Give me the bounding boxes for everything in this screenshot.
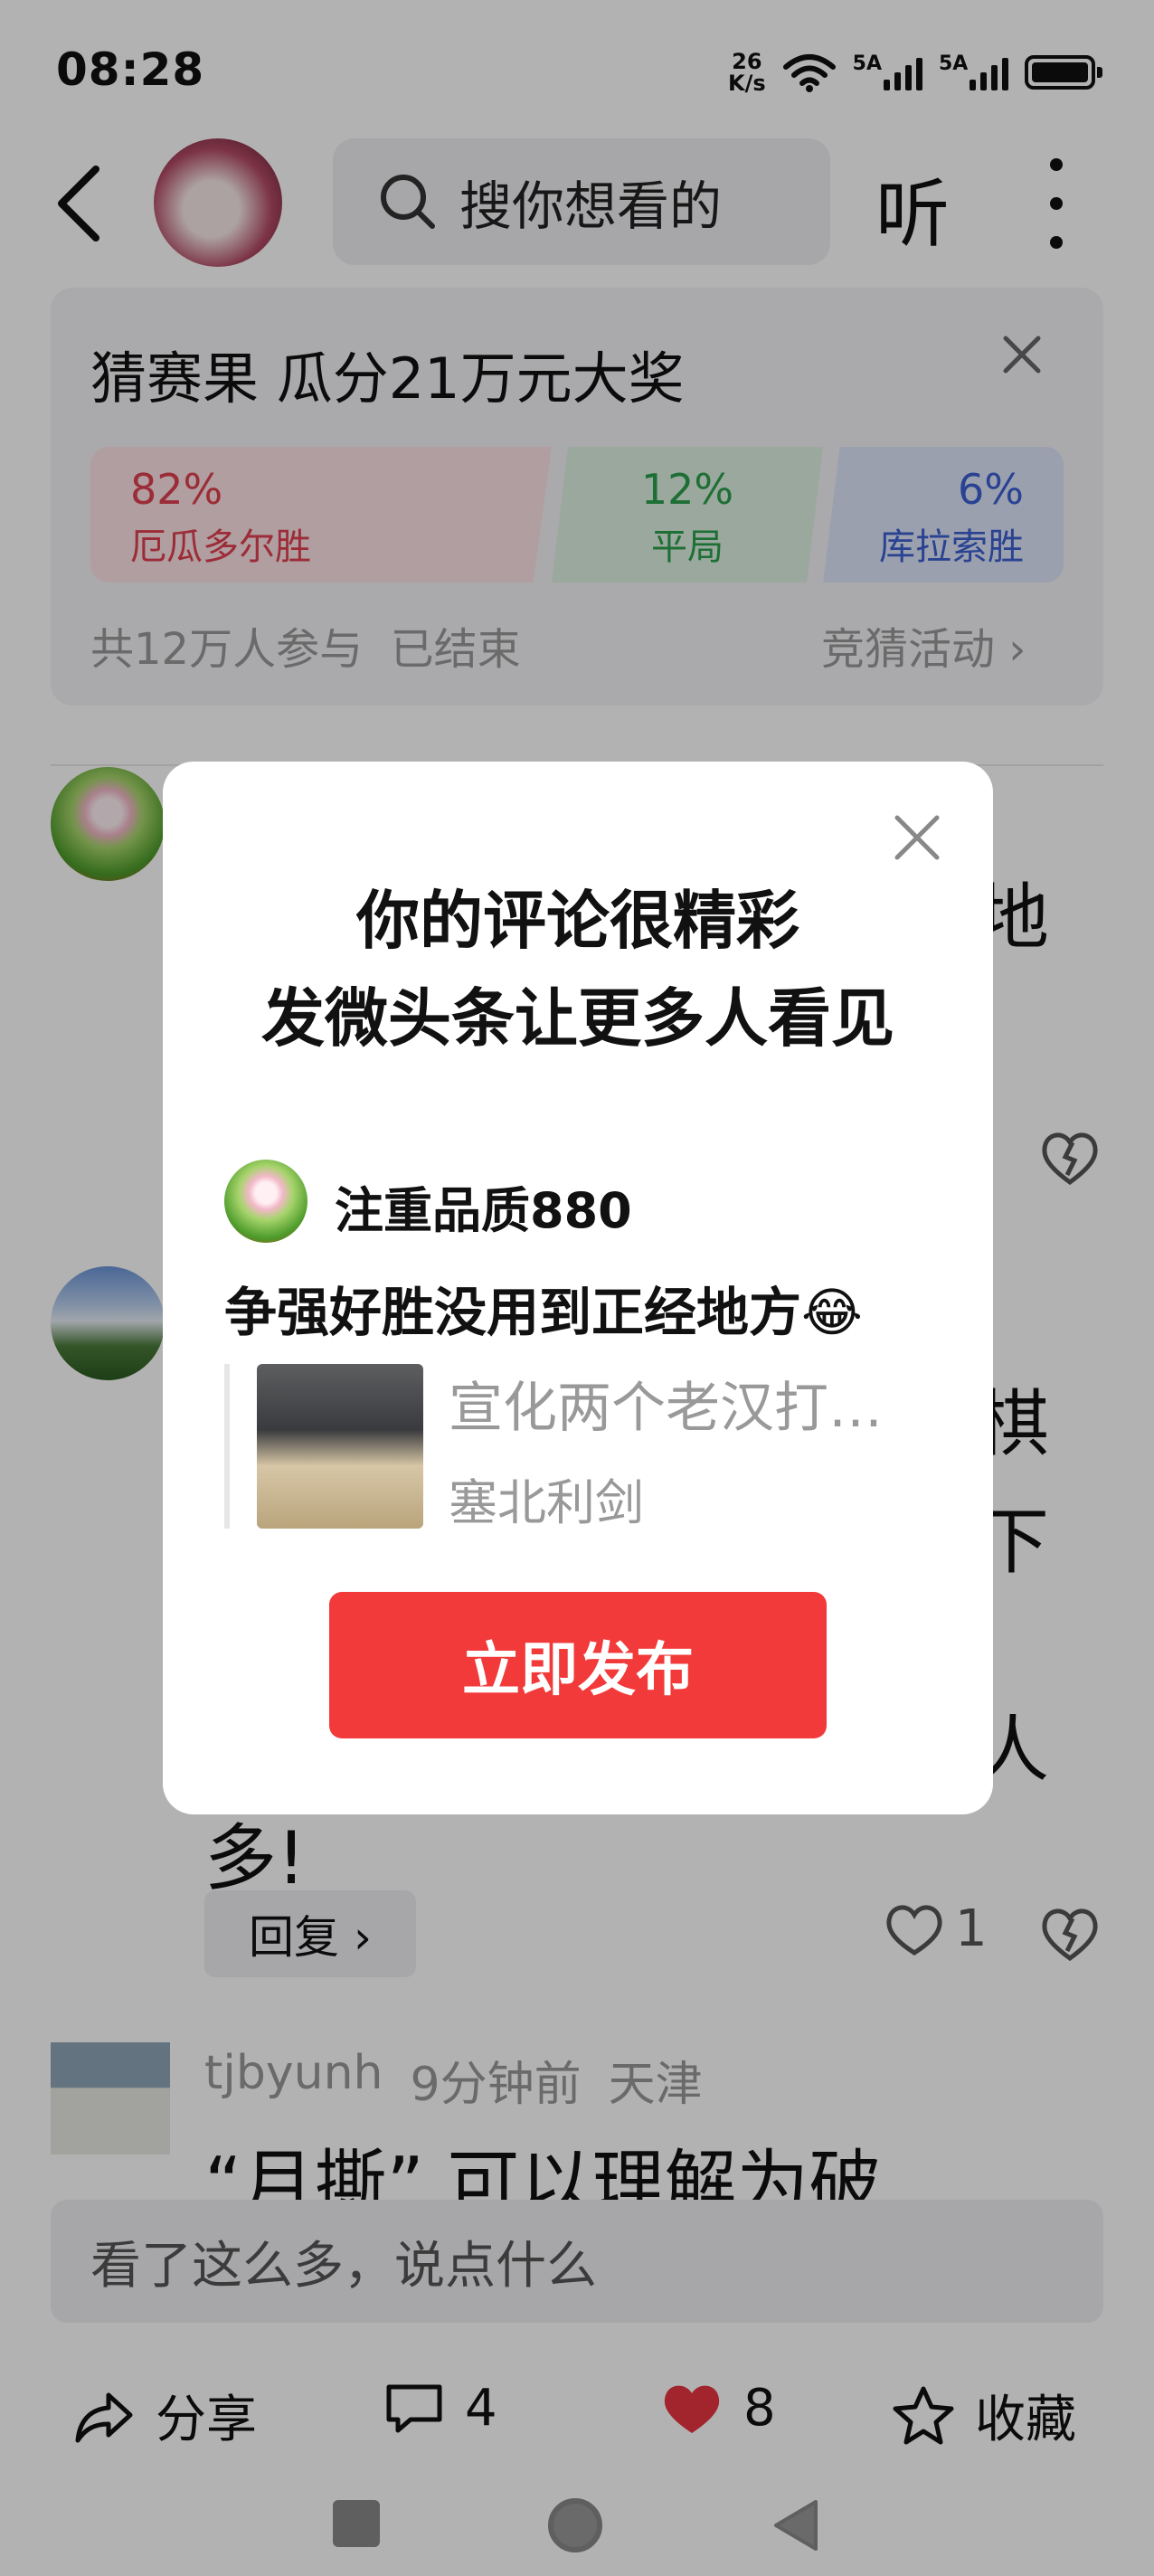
dialog-title-line2: 发微头条让更多人看见 (261, 981, 894, 1056)
dialog-title-line1: 你的评论很精彩 (356, 884, 799, 958)
dialog-comment-text: 争强好胜没用到正经地方😂 (224, 1282, 863, 1343)
quote-bar (224, 1364, 230, 1529)
dialog-username: 注重品质880 (335, 1182, 632, 1239)
share-comment-dialog: 你的评论很精彩 发微头条让更多人看见 注重品质880 争强好胜没用到正经地方😂 … (163, 762, 993, 1814)
close-icon[interactable] (892, 812, 942, 863)
article-source: 塞北利剑 (449, 1474, 644, 1531)
user-avatar (224, 1160, 307, 1243)
article-thumbnail (257, 1364, 423, 1529)
article-title: 宣化两个老汉打… (449, 1377, 883, 1440)
publish-button[interactable]: 立即发布 (329, 1592, 827, 1738)
